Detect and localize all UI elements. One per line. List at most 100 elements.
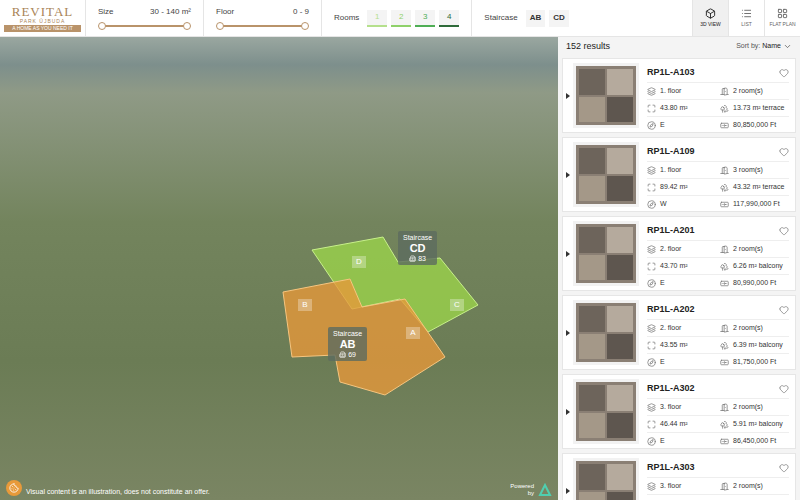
logo[interactable]: REVITALPARK ÚJBUDAA HOME AS YOU NEED IT	[0, 0, 86, 36]
rooms-option[interactable]: 1	[367, 10, 387, 27]
favorite-icon[interactable]	[779, 226, 789, 236]
aerial-view[interactable]: D B C A StaircaseCD83 StaircaseAB69 Visual con…	[0, 37, 558, 500]
floor: 3. floor	[647, 402, 716, 413]
arrow-icon	[566, 488, 570, 494]
outdoor-icon	[720, 420, 729, 429]
building-label[interactable]: C	[450, 299, 464, 311]
building-label[interactable]: B	[298, 299, 312, 311]
view-tab[interactable]: FLAT PLAN	[764, 0, 800, 36]
orientation: E	[647, 278, 716, 289]
staircase-badge[interactable]: StaircaseCD83	[398, 231, 437, 265]
staircase-badge[interactable]: StaircaseAB69	[328, 327, 367, 361]
top-bar: REVITALPARK ÚJBUDAA HOME AS YOU NEED ITS…	[0, 0, 800, 37]
area: 46.44 m²	[647, 419, 716, 430]
app: REVITALPARK ÚJBUDAA HOME AS YOU NEED ITS…	[0, 0, 800, 500]
price: 117,990,000 Ft	[720, 199, 789, 210]
flat-code: RP1L-A202	[647, 303, 695, 317]
flat-card[interactable]: RP1L-A1031. floor2 room(s)43.80 m²13.73 …	[562, 58, 796, 133]
price-icon	[720, 121, 729, 130]
rooms: 2 room(s)	[720, 402, 789, 413]
results-panel: 152 resultsSort by:NameRP1L-A1031. floor…	[558, 37, 800, 500]
arrow-icon	[566, 93, 570, 99]
floor: 2. floor	[647, 244, 716, 255]
cookie-button[interactable]	[6, 480, 22, 496]
floor-icon	[647, 482, 656, 491]
rooms: 2 room(s)	[720, 481, 789, 492]
floor-icon	[647, 324, 656, 333]
price-icon	[720, 358, 729, 367]
arrow-icon	[566, 251, 570, 257]
outdoor-icon	[720, 262, 729, 271]
outdoor: 13.73 m² terrace	[720, 103, 789, 114]
view-icon	[777, 8, 788, 19]
price-icon	[720, 200, 729, 209]
flat-code: RP1L-A303	[647, 461, 695, 475]
flat-card[interactable]: RP1L-A3023. floor2 room(s)46.44 m²5.91 m…	[562, 374, 796, 449]
staircase-option[interactable]: AB	[526, 10, 546, 27]
filter-label: Size	[98, 6, 114, 18]
rooms-filter: Rooms1234	[322, 0, 472, 36]
view-tab[interactable]: 3D VIEW	[692, 0, 728, 36]
price-icon	[720, 279, 729, 288]
slider-handle[interactable]	[216, 22, 224, 30]
rooms-option[interactable]: 2	[391, 10, 411, 27]
floor-plan-thumbnail	[573, 63, 639, 128]
favorite-icon[interactable]	[779, 68, 789, 78]
floor: 3. floor	[647, 481, 716, 492]
floor-plan-thumbnail	[573, 221, 639, 286]
cookie-icon	[9, 483, 19, 493]
floor-icon	[647, 87, 656, 96]
arrow-icon	[566, 330, 570, 336]
staircase-option[interactable]: CD	[549, 10, 569, 27]
favorite-icon[interactable]	[779, 147, 789, 157]
range-slider[interactable]	[220, 22, 305, 30]
flat-card[interactable]: RP1L-A1091. floor3 room(s)89.42 m²43.32 …	[562, 137, 796, 212]
favorite-icon[interactable]	[779, 305, 789, 315]
orientation-icon	[647, 200, 656, 209]
flat-card[interactable]: RP1L-A303 3. floor 2 room(s)	[562, 453, 796, 500]
floor-plan-thumbnail	[573, 300, 639, 365]
slider-handle[interactable]	[98, 22, 106, 30]
rooms: 2 room(s)	[720, 244, 789, 255]
sort-dropdown[interactable]: Sort by:Name	[736, 41, 792, 52]
view-icon	[741, 8, 752, 19]
staircase-filter: StaircaseABCD	[472, 0, 580, 36]
flat-list: RP1L-A1031. floor2 room(s)43.80 m²13.73 …	[558, 56, 800, 500]
rooms-icon	[720, 245, 729, 254]
slider-handle[interactable]	[183, 22, 191, 30]
building-label[interactable]: D	[352, 256, 366, 268]
area-icon	[647, 341, 656, 350]
floor-icon	[647, 166, 656, 175]
powered-by: Powered by	[508, 483, 552, 497]
chevron-down-icon	[783, 42, 792, 51]
outdoor: 5.91 m² balcony	[720, 419, 789, 430]
view-tab[interactable]: LIST	[728, 0, 764, 36]
rooms: 2 room(s)	[720, 86, 789, 97]
disclaimer: Visual content is an illustration, does …	[26, 487, 210, 498]
orientation-icon	[647, 121, 656, 130]
area-icon	[647, 183, 656, 192]
floor-icon	[647, 403, 656, 412]
favorite-icon[interactable]	[779, 463, 789, 473]
area: 43.55 m²	[647, 340, 716, 351]
range-slider[interactable]	[102, 22, 187, 30]
filter-value: 30 - 140 m²	[150, 6, 191, 18]
building-label[interactable]: A	[406, 327, 420, 339]
floor: 2. floor	[647, 323, 716, 334]
area-icon	[647, 262, 656, 271]
rooms-option[interactable]: 4	[439, 10, 459, 27]
size-filter: Size 30 - 140 m²	[86, 0, 204, 36]
rooms-icon	[720, 166, 729, 175]
floor-plan-thumbnail	[573, 458, 639, 500]
orientation: E	[647, 436, 716, 447]
flat-card[interactable]: RP1L-A2012. floor2 room(s)43.70 m²6.26 m…	[562, 216, 796, 291]
outdoor-icon	[720, 341, 729, 350]
area-icon	[647, 104, 656, 113]
view-tabs: 3D VIEWLISTFLAT PLAN	[692, 0, 800, 36]
flat-card[interactable]: RP1L-A2022. floor2 room(s)43.55 m²6.39 m…	[562, 295, 796, 370]
orientation-icon	[647, 358, 656, 367]
rooms-option[interactable]: 3	[415, 10, 435, 27]
price: 80,850,000 Ft	[720, 120, 789, 131]
favorite-icon[interactable]	[779, 384, 789, 394]
slider-handle[interactable]	[301, 22, 309, 30]
